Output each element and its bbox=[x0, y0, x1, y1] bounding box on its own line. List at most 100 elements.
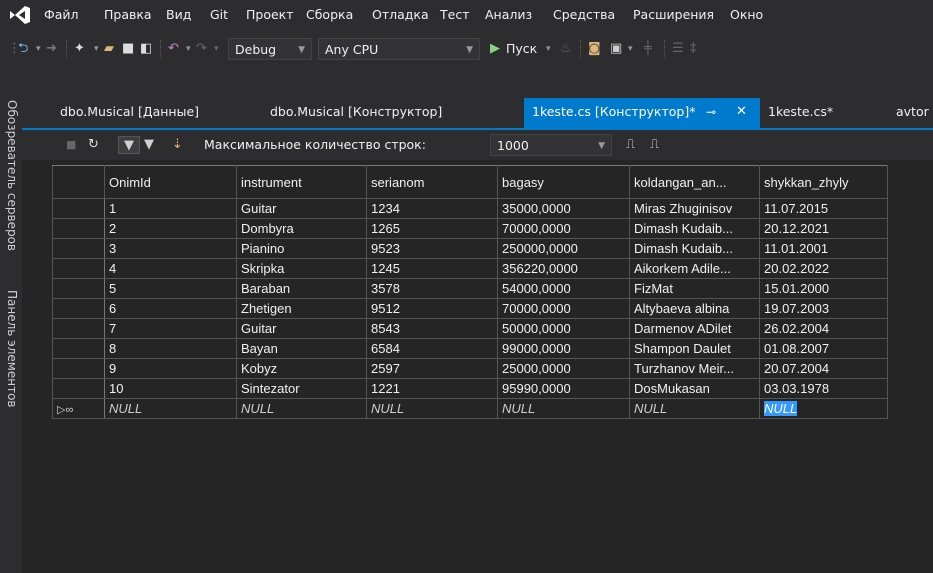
table-cell[interactable]: Darmenov ADilet bbox=[629, 318, 760, 339]
table-cell[interactable]: NULL bbox=[759, 398, 888, 419]
table-cell[interactable]: Guitar bbox=[236, 318, 367, 339]
table-cell[interactable]: NULL bbox=[366, 398, 498, 419]
browser-link-icon[interactable]: ◙ bbox=[588, 40, 601, 58]
sort-filter-icon[interactable]: ▼ bbox=[118, 136, 140, 154]
table-cell[interactable]: 6584 bbox=[366, 338, 498, 359]
platform-combo[interactable]: Any CPU ▼ bbox=[318, 38, 480, 60]
table-cell[interactable]: 20.12.2021 bbox=[759, 218, 888, 239]
row-selector[interactable] bbox=[52, 278, 105, 299]
pin-icon[interactable]: ⊸ bbox=[706, 98, 716, 126]
row-selector[interactable] bbox=[52, 218, 105, 239]
redo-dropdown-icon[interactable]: ▾ bbox=[214, 40, 219, 58]
table-cell[interactable]: Skripka bbox=[236, 258, 367, 279]
new-row[interactable]: ▷∞ NULL NULL NULL NULL NULL NULL bbox=[52, 398, 888, 419]
table-cell[interactable]: 7 bbox=[104, 318, 237, 339]
table-row[interactable]: 2 Dombyra 1265 70000,0000 Dimash Kudaib... 20… bbox=[52, 218, 888, 239]
column-header[interactable]: serianom bbox=[366, 165, 498, 199]
table-cell[interactable]: 03.03.1978 bbox=[759, 378, 888, 399]
table-cell[interactable]: 54000,0000 bbox=[497, 278, 630, 299]
align-icon[interactable]: ☰ bbox=[672, 40, 684, 58]
table-cell[interactable]: 9523 bbox=[366, 238, 498, 259]
filter-icon[interactable]: ▼ bbox=[144, 136, 154, 154]
table-cell[interactable]: 70000,0000 bbox=[497, 218, 630, 239]
breakpoint-icon[interactable]: ╪ bbox=[644, 40, 652, 58]
table-cell[interactable]: 9512 bbox=[366, 298, 498, 319]
table-cell[interactable]: FizMat bbox=[629, 278, 760, 299]
menu-debug[interactable]: Отладка bbox=[372, 7, 429, 22]
table-cell[interactable]: 2597 bbox=[366, 358, 498, 379]
table-cell[interactable]: 11.07.2015 bbox=[759, 198, 888, 219]
table-row[interactable]: 8 Bayan 6584 99000,0000 Shampon Daulet 01.08.… bbox=[52, 338, 888, 359]
table-cell[interactable]: 356220,0000 bbox=[497, 258, 630, 279]
table-cell[interactable]: 99000,0000 bbox=[497, 338, 630, 359]
table-row[interactable]: 4 Skripka 1245 356220,0000 Aikorkem Adile...… bbox=[52, 258, 888, 279]
menu-view[interactable]: Вид bbox=[166, 7, 191, 22]
menu-tools[interactable]: Средства bbox=[553, 7, 615, 22]
table-cell[interactable]: Shampon Daulet bbox=[629, 338, 760, 359]
save-icon[interactable]: ■ bbox=[122, 40, 134, 58]
window-layout-icon[interactable]: ▣ bbox=[610, 40, 622, 58]
menu-edit[interactable]: Правка bbox=[104, 7, 152, 22]
row-selector[interactable] bbox=[52, 318, 105, 339]
script-download-icon[interactable]: ⎍ bbox=[626, 136, 635, 154]
tab-1keste-cs[interactable]: 1keste.cs* bbox=[760, 98, 841, 128]
script-save-icon[interactable]: ⎍ bbox=[650, 136, 659, 154]
table-row[interactable]: 9 Kobyz 2597 25000,0000 Turzhanov Meir... 20.… bbox=[52, 358, 888, 379]
table-cell[interactable]: DosMukasan bbox=[629, 378, 760, 399]
row-selector[interactable] bbox=[52, 198, 105, 219]
table-cell[interactable]: 10 bbox=[104, 378, 237, 399]
new-item-dropdown-icon[interactable]: ▾ bbox=[94, 40, 99, 58]
tab-avtor[interactable]: avtor bbox=[888, 98, 933, 128]
table-cell[interactable]: 26.02.2004 bbox=[759, 318, 888, 339]
table-cell[interactable]: Dombyra bbox=[236, 218, 367, 239]
row-selector[interactable] bbox=[52, 298, 105, 319]
layout-dropdown-icon[interactable]: ▾ bbox=[628, 40, 633, 58]
menu-window[interactable]: Окно bbox=[730, 7, 763, 22]
menu-git[interactable]: Git bbox=[210, 7, 228, 22]
table-cell[interactable]: Turzhanov Meir... bbox=[629, 358, 760, 379]
table-cell[interactable]: Baraban bbox=[236, 278, 367, 299]
table-cell[interactable]: Altybaeva albina bbox=[629, 298, 760, 319]
column-header[interactable]: OnimId bbox=[104, 165, 237, 199]
column-header[interactable]: shykkan_zhyly bbox=[759, 165, 888, 199]
stop-icon[interactable]: ■ bbox=[66, 136, 76, 154]
hot-reload-icon[interactable]: ♨ bbox=[560, 40, 572, 58]
new-item-icon[interactable]: ✦ bbox=[74, 40, 85, 58]
table-cell[interactable]: 1245 bbox=[366, 258, 498, 279]
row-selector[interactable] bbox=[52, 338, 105, 359]
toolbox-tab[interactable]: Панель элементов bbox=[3, 290, 19, 408]
table-row[interactable]: 3 Pianino 9523 250000,0000 Dimash Kudaib... 1… bbox=[52, 238, 888, 259]
back-icon[interactable]: ⮌ bbox=[18, 40, 28, 58]
undo-dropdown-icon[interactable]: ▾ bbox=[186, 40, 191, 58]
run-button-label[interactable]: Пуск bbox=[506, 40, 537, 58]
selected-cell-value[interactable]: NULL bbox=[764, 401, 798, 416]
table-cell[interactable]: 250000,0000 bbox=[497, 238, 630, 259]
indent-icon[interactable]: ‡ bbox=[690, 40, 697, 58]
table-cell[interactable]: 6 bbox=[104, 298, 237, 319]
table-cell[interactable]: 3 bbox=[104, 238, 237, 259]
table-row[interactable]: 6 Zhetigen 9512 70000,0000 Altybaeva albina 1… bbox=[52, 298, 888, 319]
row-selector-header[interactable] bbox=[52, 165, 105, 199]
table-cell[interactable]: Miras Zhuginisov bbox=[629, 198, 760, 219]
table-cell[interactable]: 11.01.2001 bbox=[759, 238, 888, 259]
table-cell[interactable]: Guitar bbox=[236, 198, 367, 219]
column-header[interactable]: instrument bbox=[236, 165, 367, 199]
table-cell[interactable]: 15.01.2000 bbox=[759, 278, 888, 299]
table-cell[interactable]: 3578 bbox=[366, 278, 498, 299]
server-explorer-tab[interactable]: Обозреватель серверов bbox=[3, 100, 19, 251]
table-cell[interactable]: 95990,0000 bbox=[497, 378, 630, 399]
forward-icon[interactable]: ➜ bbox=[46, 40, 57, 58]
menu-file[interactable]: Файл bbox=[44, 7, 79, 22]
table-cell[interactable]: NULL bbox=[497, 398, 630, 419]
table-cell[interactable]: Sintezator bbox=[236, 378, 367, 399]
script-icon[interactable]: ⇣ bbox=[172, 136, 183, 154]
table-cell[interactable]: 2 bbox=[104, 218, 237, 239]
configuration-combo[interactable]: Debug ▼ bbox=[228, 38, 312, 60]
table-cell[interactable]: 1 bbox=[104, 198, 237, 219]
tab-1keste-designer[interactable]: 1keste.cs [Конструктор]* ⊸ ✕ bbox=[524, 98, 760, 128]
run-icon[interactable]: ▶ bbox=[490, 40, 500, 58]
row-selector[interactable] bbox=[52, 238, 105, 259]
row-selector[interactable] bbox=[52, 358, 105, 379]
table-row[interactable]: 5 Baraban 3578 54000,0000 FizMat 15.01.2000 bbox=[52, 278, 888, 299]
table-cell[interactable]: 5 bbox=[104, 278, 237, 299]
